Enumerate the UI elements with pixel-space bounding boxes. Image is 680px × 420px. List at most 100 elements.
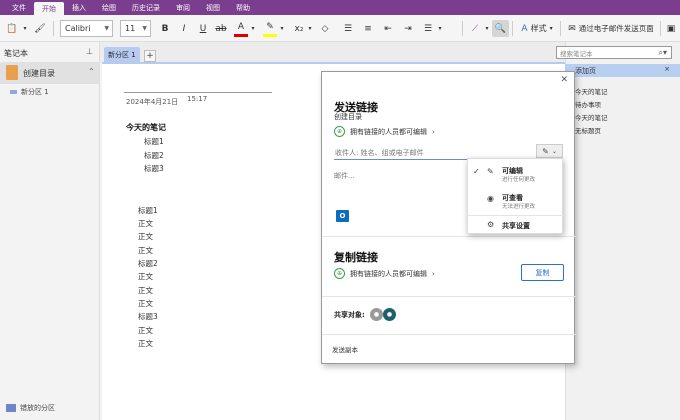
page-list-item[interactable]: 待办事项 xyxy=(575,99,601,109)
avatar[interactable]: ● xyxy=(383,308,396,321)
body-line[interactable]: 正文 xyxy=(138,298,153,309)
misplaced-sections-item[interactable]: 错放的分区 xyxy=(6,403,55,413)
underline-icon[interactable]: U xyxy=(196,20,210,37)
highlight-dropdown[interactable]: ▾ xyxy=(279,20,285,37)
shared-with-label: 共享对象: xyxy=(334,311,365,319)
menu-tab-view[interactable]: 视图 xyxy=(198,0,228,15)
recipients-input[interactable]: 收件人: 姓名、组或电子邮件 xyxy=(334,146,468,160)
body-line[interactable]: 正文 xyxy=(138,271,153,282)
menu-tab-review[interactable]: 审阅 xyxy=(168,0,198,15)
font-name-value: Calibri xyxy=(65,24,91,33)
subscript-dropdown[interactable]: ▾ xyxy=(307,20,313,37)
search-input[interactable]: 搜索笔记本 ⌕▾ xyxy=(556,46,672,59)
email-page-label: 通过电子邮件发送页面 xyxy=(578,24,654,33)
link-permission-row[interactable]: ⊕ 拥有链接的人员都可编辑 › xyxy=(334,126,435,137)
menu-tab-file[interactable]: 文件 xyxy=(4,0,34,15)
outlook-icon[interactable]: O xyxy=(336,210,349,222)
bold-icon[interactable]: B xyxy=(158,20,172,37)
toc-entry[interactable]: 标题2 xyxy=(144,150,164,161)
permission-option-edit[interactable]: ✓ ✎ 可编辑 进行任何更改 xyxy=(468,161,564,186)
chevron-right-icon: › xyxy=(432,269,435,278)
menu-tab-insert[interactable]: 插入 xyxy=(64,0,94,15)
paste-icon[interactable]: 📋 xyxy=(4,20,20,37)
strikethrough-icon[interactable]: ab xyxy=(214,20,228,37)
copy-button[interactable]: 复制 xyxy=(521,264,564,281)
font-name-select[interactable]: Calibri ▼ xyxy=(60,20,113,37)
sharing-settings-option[interactable]: ⚙ 共享设置 xyxy=(468,217,564,234)
menu-tab-help[interactable]: 帮助 xyxy=(228,0,258,15)
font-color-dropdown[interactable]: ▾ xyxy=(250,20,256,37)
link-permission-label: 拥有链接的人员都可编辑 xyxy=(350,127,427,136)
ribbon-separator xyxy=(560,21,561,36)
pin-icon[interactable]: ⊥ xyxy=(86,47,93,56)
find-icon[interactable]: 🔍 xyxy=(492,20,509,37)
body-line[interactable]: 正文 xyxy=(138,245,153,256)
email-page-button[interactable]: ✉ 通过电子邮件发送页面 xyxy=(565,20,657,37)
avatar[interactable]: ● xyxy=(370,308,383,321)
section-label: 新分区 1 xyxy=(21,88,49,96)
search-icon[interactable]: ⌕▾ xyxy=(659,48,668,58)
permission-option-view[interactable]: ◉ 可查看 无法进行更改 xyxy=(468,188,564,213)
toc-entry[interactable]: 标题1 xyxy=(144,136,164,147)
menu-tab-draw[interactable]: 绘图 xyxy=(94,0,124,15)
font-color-icon[interactable]: A xyxy=(234,20,248,37)
eraser-icon[interactable]: ◇ xyxy=(318,20,332,37)
chevron-up-icon[interactable]: ⌃ xyxy=(88,67,95,76)
ribbon-separator xyxy=(53,21,54,36)
page-heading[interactable]: 今天的笔记 xyxy=(126,122,166,133)
section-item[interactable]: 新分区 1 xyxy=(10,87,49,97)
email-icon: ✉ xyxy=(568,23,576,34)
misplaced-sections-label: 错放的分区 xyxy=(20,404,55,412)
paste-dropdown[interactable]: ▾ xyxy=(22,20,28,37)
permission-dropdown-button[interactable]: ✎ ⌄ xyxy=(536,144,563,158)
copy-link-permission-row[interactable]: ⊕ 拥有链接的人员都可编辑 › xyxy=(334,268,435,279)
body-line[interactable]: 标题3 xyxy=(138,311,158,322)
numbering-icon[interactable]: ≡ xyxy=(361,20,375,37)
add-page-button[interactable]: 添加页 × xyxy=(565,64,680,77)
close-icon[interactable]: × xyxy=(664,65,670,73)
body-line[interactable]: 标题2 xyxy=(138,258,158,269)
section-tab[interactable]: 新分区 1 xyxy=(104,47,140,62)
clear-dropdown[interactable]: ▾ xyxy=(484,20,490,37)
gear-icon: ⚙ xyxy=(487,220,495,229)
page-list-item[interactable]: 今天的笔记 xyxy=(575,112,608,122)
close-icon[interactable]: ✕ xyxy=(560,75,568,85)
recipients-placeholder: 收件人: 姓名、组或电子邮件 xyxy=(335,148,424,157)
highlight-icon[interactable]: ✎ xyxy=(263,20,277,37)
align-dropdown[interactable]: ▾ xyxy=(437,20,443,37)
body-line[interactable]: 正文 xyxy=(138,231,153,242)
divider xyxy=(322,296,576,297)
send-copy-link[interactable]: 发送副本 xyxy=(332,344,358,354)
body-line[interactable]: 标题1 xyxy=(138,205,158,216)
body-line[interactable]: 正文 xyxy=(138,338,153,349)
styles-icon: A xyxy=(521,23,528,34)
notebook-label: 创建目录 xyxy=(23,69,55,78)
body-line[interactable]: 正文 xyxy=(138,325,153,336)
page-list-item[interactable]: 今天的笔记 xyxy=(575,86,608,96)
outdent-icon[interactable]: ⇤ xyxy=(381,20,395,37)
clear-formatting-icon[interactable]: ⟋ xyxy=(468,20,482,37)
font-size-select[interactable]: 11 ▼ xyxy=(120,20,151,37)
body-line[interactable]: 正文 xyxy=(138,285,153,296)
styles-button[interactable]: A 样式 ▾ xyxy=(517,20,557,37)
checkmark-icon: ✓ xyxy=(473,167,480,176)
menu-bar: 文件 开始 插入 绘图 历史记录 审阅 视图 帮助 xyxy=(0,0,680,15)
notebook-item[interactable]: 创建目录 ⌃ xyxy=(0,62,100,84)
bullets-icon[interactable]: ☰ xyxy=(341,20,355,37)
message-input[interactable]: 邮件... xyxy=(334,171,355,181)
format-painter-icon[interactable]: 🖌 xyxy=(33,20,47,37)
chevron-down-icon: ▼ xyxy=(142,25,147,32)
add-section-button[interactable]: + xyxy=(144,50,156,62)
body-line[interactable]: 正文 xyxy=(138,218,153,229)
menu-tab-history[interactable]: 历史记录 xyxy=(124,0,168,15)
menu-tab-home[interactable]: 开始 xyxy=(34,2,64,15)
indent-icon[interactable]: ⇥ xyxy=(401,20,415,37)
page-date: 2024年4月21日 xyxy=(126,98,179,106)
copilot-icon[interactable]: ▣ xyxy=(664,20,678,37)
toc-entry[interactable]: 标题3 xyxy=(144,163,164,174)
italic-icon[interactable]: I xyxy=(177,20,191,37)
ribbon-separator xyxy=(660,21,661,36)
page-list-item[interactable]: 无标题页 xyxy=(575,125,601,135)
subscript-icon[interactable]: x₂ xyxy=(292,20,306,37)
align-icon[interactable]: ☰ xyxy=(421,20,435,37)
